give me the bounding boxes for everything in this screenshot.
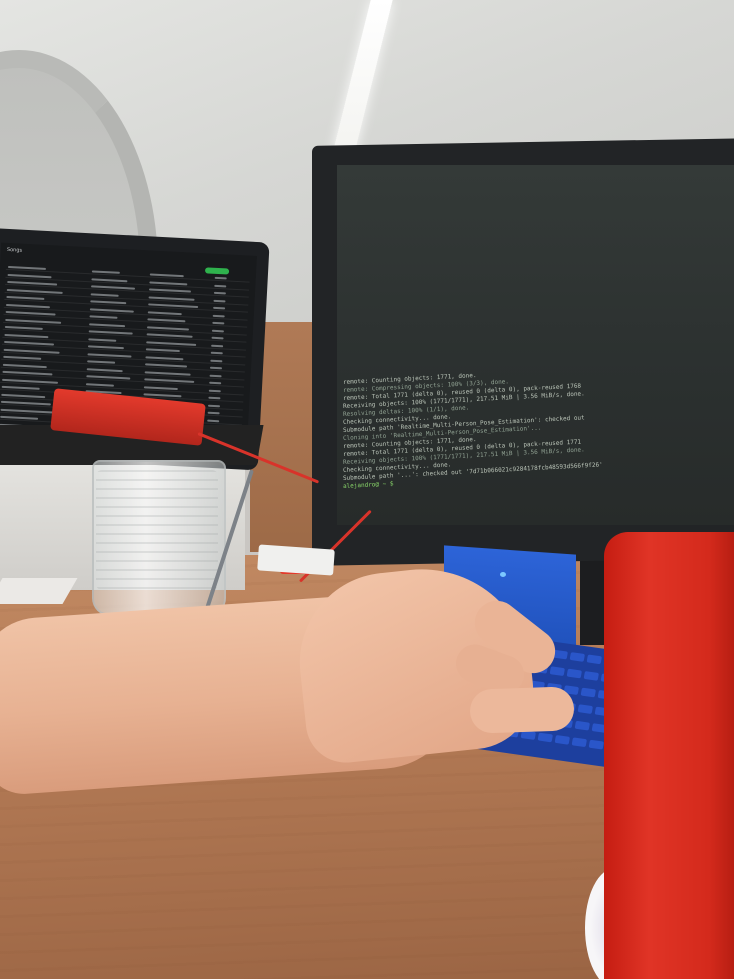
keyboard-key xyxy=(574,720,591,731)
keyboard-key xyxy=(549,666,565,677)
terminal-window: remote: Counting objects: 1771, done. rem… xyxy=(337,165,734,525)
keyboard-key xyxy=(580,687,596,698)
keyboard-key xyxy=(571,737,588,748)
photo-scene: Songs remote: Counting objects: 1771, do… xyxy=(0,0,734,979)
keyboard-key xyxy=(569,652,585,662)
green-badge xyxy=(204,267,230,275)
keyboard-key xyxy=(537,732,554,743)
keyboard-key xyxy=(554,734,571,745)
usb-hub xyxy=(257,544,335,576)
terminal-prompt: alejandro@ ~ $ xyxy=(342,480,394,490)
glass-ridges xyxy=(96,470,218,590)
keyboard-key xyxy=(588,739,605,750)
music-playlist xyxy=(0,243,257,440)
keyboard-led xyxy=(500,572,506,577)
keyboard-key xyxy=(583,671,599,681)
keyboard-key xyxy=(566,668,582,679)
keyboard-key xyxy=(586,654,602,665)
thumb xyxy=(469,686,575,734)
laptop-screen-title: Songs xyxy=(6,246,23,254)
keyboard-key xyxy=(577,704,593,714)
red-mug xyxy=(604,532,734,979)
